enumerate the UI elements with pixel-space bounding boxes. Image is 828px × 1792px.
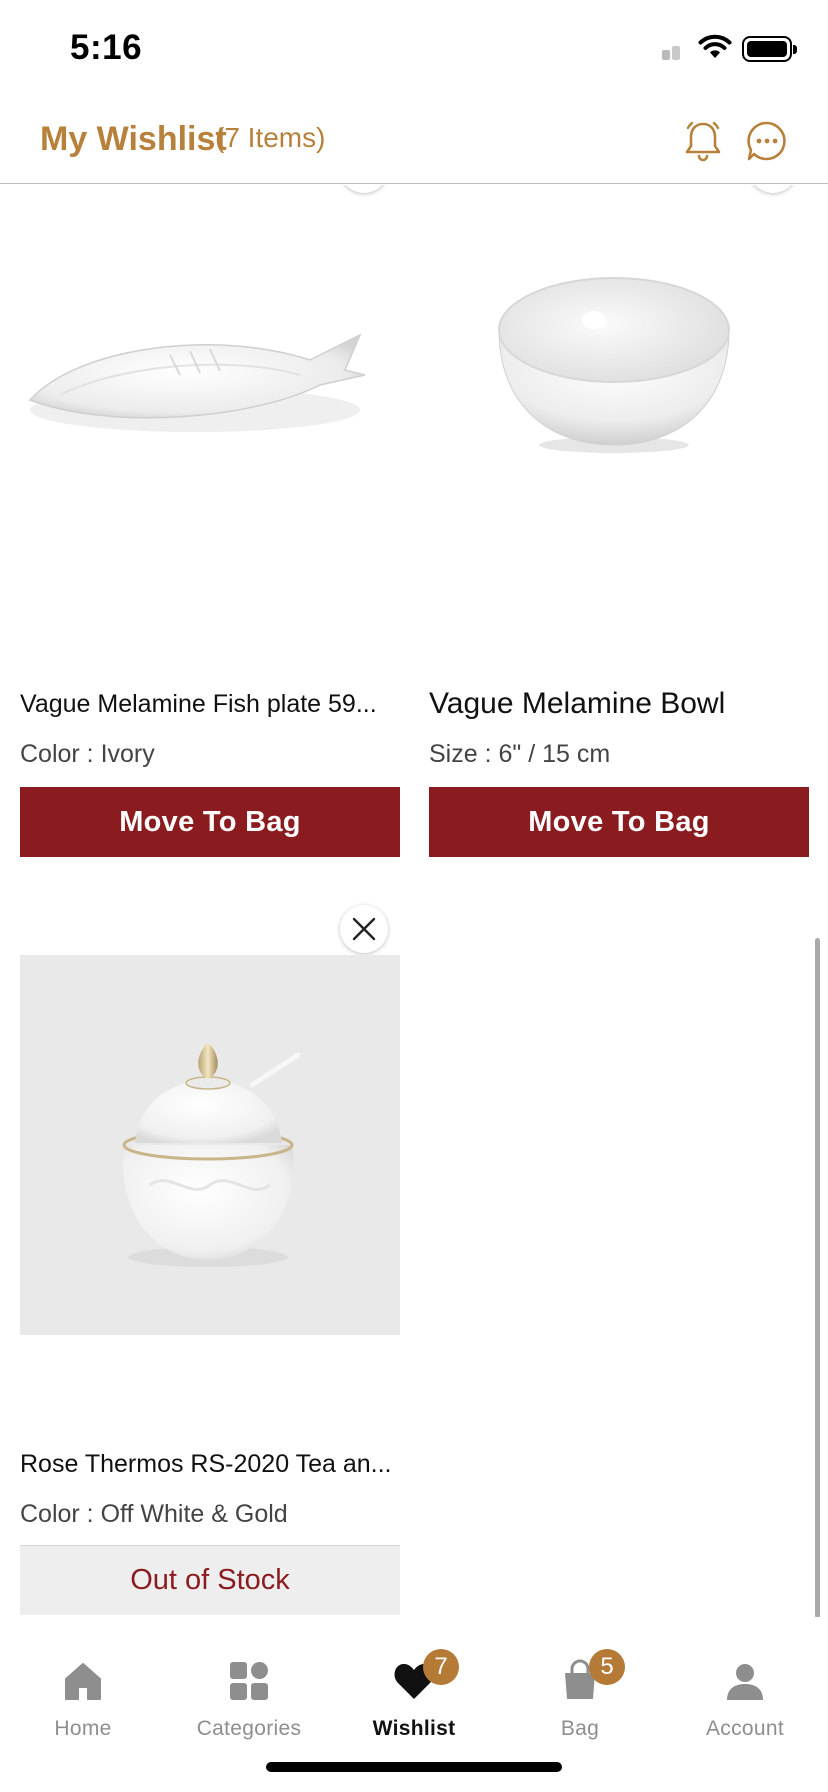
out-of-stock-label: Out of Stock <box>20 1545 400 1615</box>
product-card[interactable]: Vague Melamine Fish plate 59... Color : … <box>20 185 400 865</box>
product-meta: Size : 6" / 15 cm <box>429 740 611 768</box>
categories-icon <box>230 1662 268 1700</box>
product-name[interactable]: Vague Melamine Bowl <box>429 687 809 721</box>
close-icon <box>352 917 376 941</box>
bell-icon[interactable] <box>680 118 726 164</box>
product-name[interactable]: Rose Thermos RS-2020 Tea an... <box>20 1450 400 1479</box>
chat-icon[interactable] <box>744 118 790 164</box>
product-meta: Color : Off White & Gold <box>20 1500 288 1528</box>
remove-button[interactable] <box>340 905 388 953</box>
fish-plate-image[interactable] <box>20 205 400 585</box>
tab-bag[interactable]: 5 Bag <box>497 1637 663 1740</box>
tab-label: Wishlist <box>372 1717 456 1740</box>
tab-categories[interactable]: Categories <box>166 1637 332 1740</box>
tab-wishlist[interactable]: 7 Wishlist <box>331 1637 497 1740</box>
tab-label: Account <box>706 1717 784 1740</box>
product-card[interactable]: Vague Melamine Bowl Size : 6" / 15 cm Mo… <box>429 185 809 865</box>
status-time: 5:16 <box>70 28 143 67</box>
tab-account[interactable]: Account <box>662 1637 828 1740</box>
sugar-pot-image[interactable] <box>20 955 400 1335</box>
tab-label: Home <box>54 1717 112 1740</box>
status-bar: 5:16 <box>0 0 828 100</box>
wishlist-grid: Vague Melamine Fish plate 59... Color : … <box>0 185 828 1615</box>
wifi-icon <box>698 34 732 58</box>
product-name[interactable]: Vague Melamine Fish plate 59... <box>20 690 400 719</box>
tab-label: Categories <box>196 1717 302 1740</box>
home-indicator[interactable] <box>266 1762 562 1772</box>
wishlist-badge: 7 <box>423 1649 459 1685</box>
item-count: (7 Items) <box>215 122 326 153</box>
cellular-signal-icon <box>662 40 682 60</box>
product-meta: Color : Ivory <box>20 740 155 768</box>
product-card[interactable]: Rose Thermos RS-2020 Tea an... Color : O… <box>20 905 400 1615</box>
tab-home[interactable]: Home <box>0 1637 166 1740</box>
move-to-bag-button[interactable]: Move To Bag <box>20 787 400 857</box>
account-icon <box>727 1664 763 1700</box>
bowl-image[interactable] <box>429 205 809 585</box>
page-title: My Wishlist <box>40 120 227 158</box>
scrollbar[interactable] <box>815 938 820 1618</box>
battery-icon <box>742 36 797 62</box>
bag-badge: 5 <box>589 1649 625 1685</box>
move-to-bag-button[interactable]: Move To Bag <box>429 787 809 857</box>
home-icon <box>65 1663 101 1700</box>
app-header: My Wishlist (7 Items) <box>0 100 828 184</box>
tab-label: Bag <box>560 1717 600 1740</box>
